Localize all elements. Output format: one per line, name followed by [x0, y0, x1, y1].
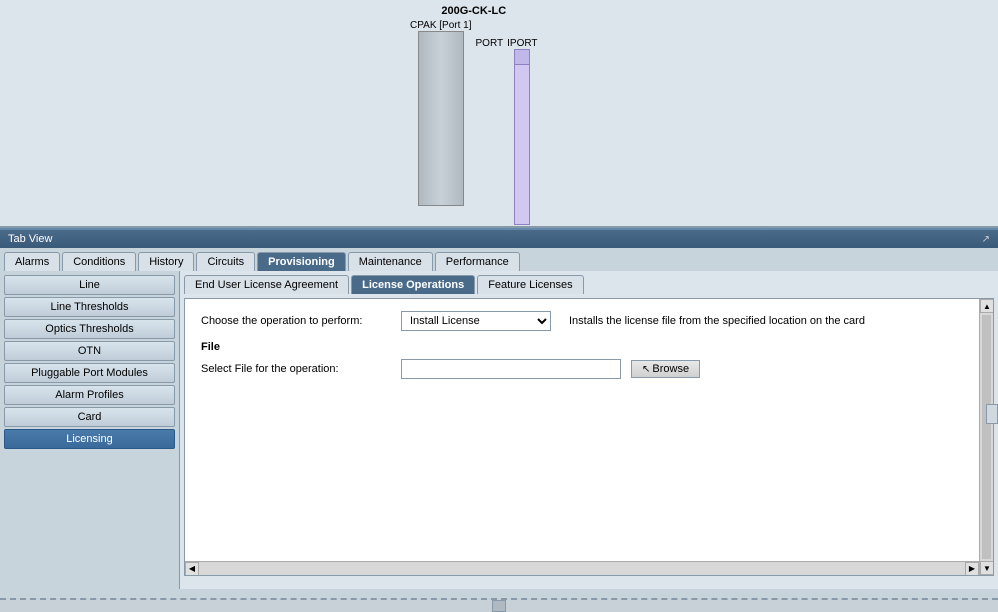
sidebar-item-optics-thresholds[interactable]: Optics Thresholds — [4, 319, 175, 339]
file-row: Select File for the operation: ↖ Browse — [201, 359, 977, 379]
sub-tab-license-operations[interactable]: License Operations — [351, 275, 475, 294]
diagram-area: 200G-CK-LC CPAK [Port 1] PORT IPORT — [0, 0, 998, 228]
tab-history[interactable]: History — [138, 252, 194, 271]
tab-view: Tab View ↗ Alarms Conditions History Cir… — [0, 228, 998, 598]
left-sidebar: Line Line Thresholds Optics Thresholds O… — [0, 271, 180, 589]
iport-block: IPORT — [507, 38, 537, 225]
cpak-label: CPAK [Port 1] — [410, 20, 472, 31]
cursor-icon: ↖ — [642, 364, 650, 375]
right-resize-handle[interactable] — [986, 404, 998, 424]
operation-description: Installs the license file from the speci… — [569, 315, 865, 327]
scroll-left-arrow[interactable]: ◀ — [185, 562, 199, 576]
browse-button[interactable]: ↖ Browse — [631, 360, 700, 378]
sidebar-item-licensing[interactable]: Licensing — [4, 429, 175, 449]
sub-tabs-bar: End User License Agreement License Opera… — [184, 275, 994, 294]
sub-tab-eula[interactable]: End User License Agreement — [184, 275, 349, 294]
resize-handle[interactable] — [492, 600, 506, 612]
panel-inner: Choose the operation to perform: Install… — [185, 299, 993, 391]
operation-label: Choose the operation to perform: — [201, 315, 391, 327]
expand-icon[interactable]: ↗ — [982, 234, 990, 245]
sidebar-item-line-thresholds[interactable]: Line Thresholds — [4, 297, 175, 317]
sidebar-item-otn[interactable]: OTN — [4, 341, 175, 361]
iport-label: IPORT — [507, 38, 537, 49]
tab-view-header: Tab View ↗ — [0, 230, 998, 248]
operation-select[interactable]: Install License — [401, 311, 551, 331]
scroll-down-arrow[interactable]: ▼ — [980, 561, 994, 575]
scroll-right-arrow[interactable]: ▶ — [965, 562, 979, 576]
cpak-rect — [418, 31, 464, 206]
panel-scrollbar[interactable]: ▲ ▼ — [979, 299, 993, 575]
tab-circuits[interactable]: Circuits — [196, 252, 255, 271]
file-input[interactable] — [401, 359, 621, 379]
scroll-up-arrow[interactable]: ▲ — [980, 299, 994, 313]
tab-alarms[interactable]: Alarms — [4, 252, 60, 271]
bottom-scrollbar[interactable]: ◀ ▶ — [185, 561, 979, 575]
file-select-label: Select File for the operation: — [201, 363, 391, 375]
sidebar-item-card[interactable]: Card — [4, 407, 175, 427]
port-block: PORT — [476, 38, 504, 49]
content-area: Line Line Thresholds Optics Thresholds O… — [0, 271, 998, 589]
port-label: PORT — [476, 38, 504, 49]
bottom-resize-bar[interactable] — [0, 598, 998, 612]
tab-view-title: Tab View — [8, 233, 52, 245]
operation-row: Choose the operation to perform: Install… — [201, 311, 977, 331]
right-panel: End User License Agreement License Opera… — [180, 271, 998, 589]
tab-performance[interactable]: Performance — [435, 252, 520, 271]
panel-content: Choose the operation to perform: Install… — [184, 298, 994, 576]
sidebar-item-pluggable-port-modules[interactable]: Pluggable Port Modules — [4, 363, 175, 383]
device-container: 200G-CK-LC CPAK [Port 1] PORT IPORT — [410, 5, 538, 225]
device-title: 200G-CK-LC — [441, 5, 506, 17]
tab-maintenance[interactable]: Maintenance — [348, 252, 433, 271]
main-tabs-bar: Alarms Conditions History Circuits Provi… — [0, 248, 998, 271]
sub-tab-feature-licenses[interactable]: Feature Licenses — [477, 275, 583, 294]
file-section-label: File — [201, 341, 977, 353]
cpak-block: CPAK [Port 1] — [410, 20, 472, 206]
sidebar-item-line[interactable]: Line — [4, 275, 175, 295]
device-ports-row: CPAK [Port 1] PORT IPORT — [410, 20, 538, 225]
iport-rect — [514, 49, 530, 65]
browse-label: Browse — [652, 363, 689, 375]
tab-conditions[interactable]: Conditions — [62, 252, 136, 271]
tab-provisioning[interactable]: Provisioning — [257, 252, 346, 271]
sidebar-item-alarm-profiles[interactable]: Alarm Profiles — [4, 385, 175, 405]
iport-line — [514, 65, 530, 225]
scrollbar-thumb[interactable] — [982, 315, 991, 559]
